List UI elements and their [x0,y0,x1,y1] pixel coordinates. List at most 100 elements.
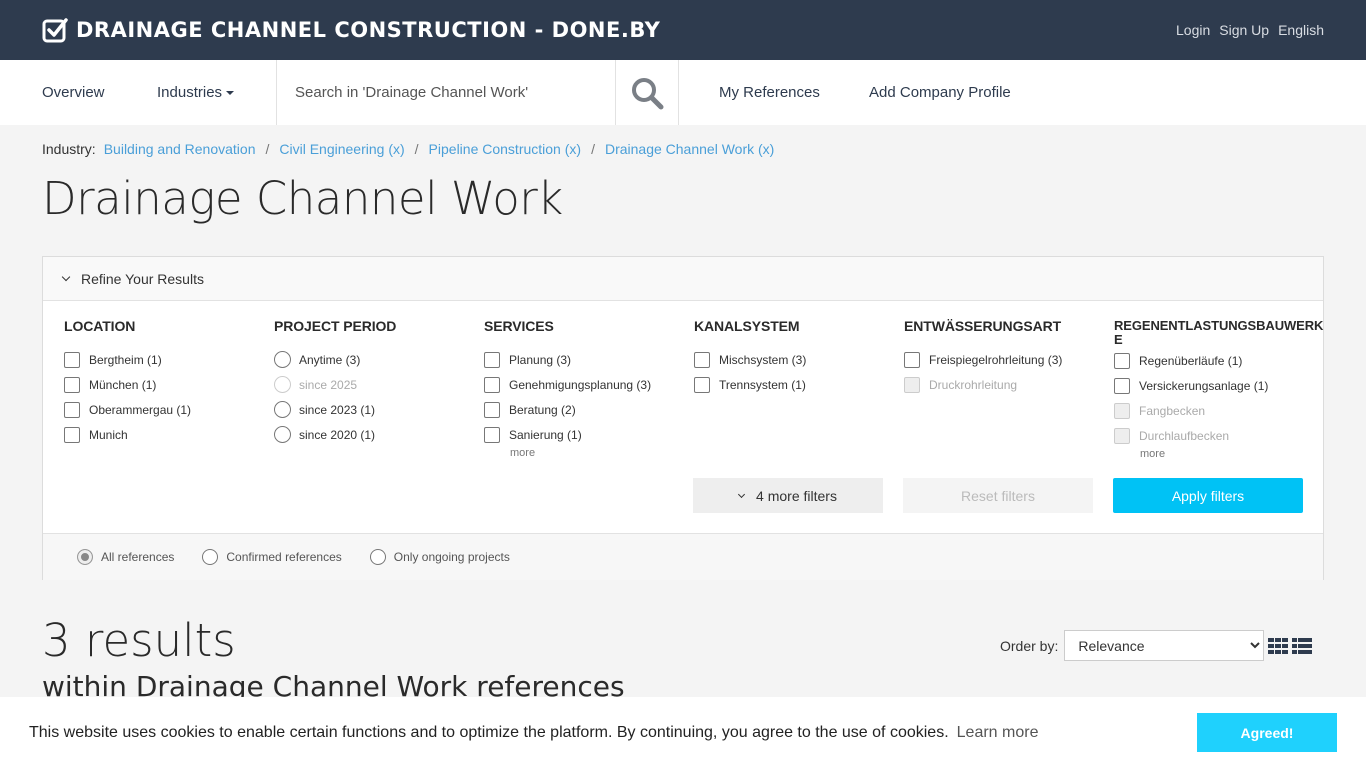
filter-option[interactable]: Regenüberläufe (1) [1114,348,1324,373]
filter-option[interactable]: Freispiegelrohrleitung (3) [904,347,1114,372]
search-button[interactable] [616,60,679,125]
filter-option[interactable]: Genehmigungsplanung (3) [484,372,694,397]
order-by: Order by: Relevance [1000,630,1313,661]
filter-option[interactable]: Beratung (2) [484,397,694,422]
filter-option[interactable]: Planung (3) [484,347,694,372]
chevron-down-icon [737,490,746,498]
filter-column-services: SERVICES Planung (3) Genehmigungsplanung… [484,319,694,460]
scope-option-label: Confirmed references [226,550,342,564]
main-nav: Overview Industries My References Add Co… [0,60,1366,125]
breadcrumb-item[interactable]: Drainage Channel Work (x) [605,141,774,157]
scope-option-label: All references [101,550,175,564]
breadcrumb-item[interactable]: Civil Engineering (x) [279,141,404,157]
filter-option[interactable]: Mischsystem (3) [694,347,904,372]
checkbox[interactable] [694,351,710,368]
reset-filters-button: Reset filters [903,478,1093,513]
search-icon [632,77,664,109]
scope-option[interactable]: Confirmed references [202,549,342,565]
filter-option[interactable]: Versickerungsanlage (1) [1114,373,1324,398]
filter-option[interactable]: Oberammergau (1) [64,397,274,422]
filter-option[interactable]: since 2020 (1) [274,422,484,447]
checkbox[interactable] [484,351,500,368]
filter-column-title: REGENENTLASTUNGSBAUWERKE [1114,318,1324,347]
filter-option-label: Oberammergau (1) [89,402,192,417]
learn-more-link[interactable]: Learn more [957,724,1039,742]
checkbox[interactable] [64,351,80,368]
filter-option[interactable]: Bergtheim (1) [64,347,274,372]
nav-industries[interactable]: Industries [157,60,276,125]
signup-link[interactable]: Sign Up [1219,22,1269,38]
filter-columns: LOCATION Bergtheim (1) München (1) Obera… [64,319,1324,460]
apply-filters-button[interactable]: Apply filters [1113,478,1303,513]
radio[interactable] [274,351,291,368]
filter-option-label: Anytime (3) [299,352,361,367]
order-by-select[interactable]: Relevance [1064,630,1265,661]
search-input[interactable] [295,84,615,101]
agree-button[interactable]: Agreed! [1197,713,1337,752]
scope-option[interactable]: All references [77,549,174,565]
order-by-label: Order by: [1000,637,1059,654]
more-filters-button[interactable]: 4 more filters [693,478,883,513]
filter-option-label: Versickerungsanlage (1) [1139,378,1269,393]
language-link[interactable]: English [1278,22,1324,38]
filter-column-regenentlastungsbauwerke: REGENENTLASTUNGSBAUWERKE Regenüberläufe … [1114,319,1324,460]
filter-option: Durchlaufbecken [1114,423,1324,448]
checkbox[interactable] [484,376,500,393]
filter-panel-toggle[interactable]: Refine Your Results [43,257,1323,301]
login-link[interactable]: Login [1176,22,1210,38]
grid-view-icon[interactable] [1268,637,1289,654]
filter-column-title: ENTWÄSSERUNGSART [904,318,1062,334]
breadcrumb-separator: / [414,141,419,157]
checkbox [1114,402,1130,419]
checkbox[interactable] [484,426,500,443]
filter-panel-title: Refine Your Results [81,270,204,287]
filter-option: Druckrohrleitung [904,372,1114,397]
nav-overview[interactable]: Overview [0,60,157,125]
filter-option[interactable]: Sanierung (1) [484,422,694,447]
radio[interactable] [202,549,219,565]
filter-option[interactable]: München (1) [64,372,274,397]
search-box [276,60,616,125]
filter-panel: Refine Your Results LOCATION Bergtheim (… [42,256,1324,580]
filter-option[interactable]: Trennsystem (1) [694,372,904,397]
checkbox[interactable] [904,351,920,368]
reference-scope: All references Confirmed references Only… [43,533,1323,580]
checkbox[interactable] [694,376,710,393]
view-toggle [1268,637,1313,654]
more-filters-label: 4 more filters [756,487,837,504]
checkbox[interactable] [1114,352,1130,369]
scope-option[interactable]: Only ongoing projects [369,549,510,565]
top-links: Login Sign Up English [1176,22,1324,38]
checkbox[interactable] [64,426,80,443]
breadcrumb-separator: / [265,141,270,157]
radio[interactable] [77,549,93,565]
filter-column-kanalsystem: KANALSYSTEM Mischsystem (3) Trennsystem … [694,319,904,460]
list-view-icon[interactable] [1292,637,1313,654]
filter-column-title: KANALSYSTEM [694,318,800,334]
nav-my-references[interactable]: My References [679,60,869,125]
radio[interactable] [274,426,291,443]
checkbox[interactable] [484,401,500,418]
filter-option: Fangbecken [1114,398,1324,423]
more-link[interactable]: more [1140,448,1324,460]
filter-option[interactable]: Anytime (3) [274,347,484,372]
radio[interactable] [274,401,291,418]
checkbox [904,376,920,393]
checkbox-logo-icon [42,18,68,43]
nav-industries-label: Industries [157,84,223,101]
checkbox[interactable] [64,376,80,393]
checkbox[interactable] [1114,377,1130,394]
nav-add-company[interactable]: Add Company Profile [869,60,1011,125]
filter-option[interactable]: since 2023 (1) [274,397,484,422]
more-link[interactable]: more [510,447,694,459]
radio[interactable] [369,549,386,565]
filter-option-label: Munich [89,427,128,442]
checkbox[interactable] [64,401,80,418]
filter-option-label: Planung (3) [509,352,572,367]
filter-option[interactable]: Munich [64,422,274,447]
breadcrumb-item[interactable]: Pipeline Construction (x) [429,141,582,157]
brand[interactable]: DRAINAGE CHANNEL CONSTRUCTION - DONE.BY [42,17,660,43]
breadcrumb-item[interactable]: Building and Renovation [104,141,256,157]
nav-my-references-label: My References [719,84,820,101]
radio [274,376,291,393]
